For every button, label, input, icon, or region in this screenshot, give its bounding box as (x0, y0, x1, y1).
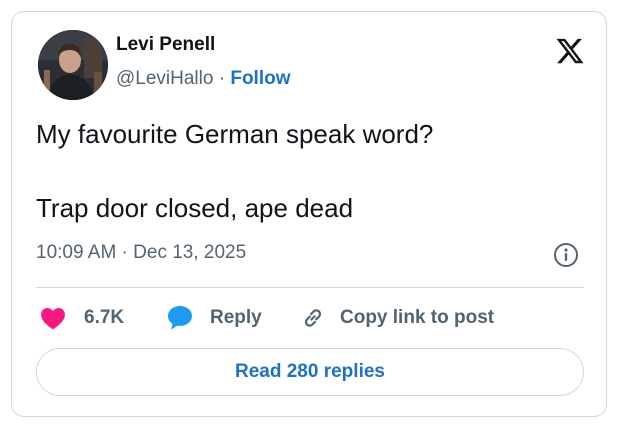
handle-separator: · (218, 68, 226, 89)
tweet-timestamp[interactable]: 10:09 AM · Dec 13, 2025 (36, 242, 246, 264)
author-handle[interactable]: @LeviHallo (116, 68, 213, 89)
author-name[interactable]: Levi Penell (116, 34, 215, 56)
like-count: 6.7K (84, 307, 125, 328)
copy-link-label: Copy link to post (340, 307, 495, 328)
tweet-text-line-1: My favourite German speak word? (36, 119, 434, 149)
tweet-text-line-2: Trap door closed, ape dead (36, 193, 354, 223)
avatar[interactable] (38, 30, 108, 100)
heart-icon (41, 308, 65, 330)
read-replies-button[interactable]: Read 280 replies (36, 348, 584, 396)
read-replies-label: Read 280 replies (235, 361, 385, 382)
speech-bubble-icon (168, 306, 192, 330)
avatar-photo (38, 30, 108, 100)
link-icon (304, 309, 322, 327)
reply-button[interactable]: Reply (166, 302, 262, 334)
info-icon[interactable] (553, 242, 579, 268)
copy-link-button[interactable]: Copy link to post (300, 302, 494, 334)
follow-button[interactable]: Follow (230, 68, 290, 89)
reply-label: Reply (210, 307, 262, 328)
x-logo-icon[interactable] (555, 36, 585, 66)
author-handle-line: @LeviHallo · Follow (116, 68, 291, 90)
like-button[interactable]: 6.7K (40, 302, 124, 334)
tweet-card: Levi Penell @LeviHallo · Follow My favou… (11, 11, 607, 417)
divider (36, 287, 584, 288)
